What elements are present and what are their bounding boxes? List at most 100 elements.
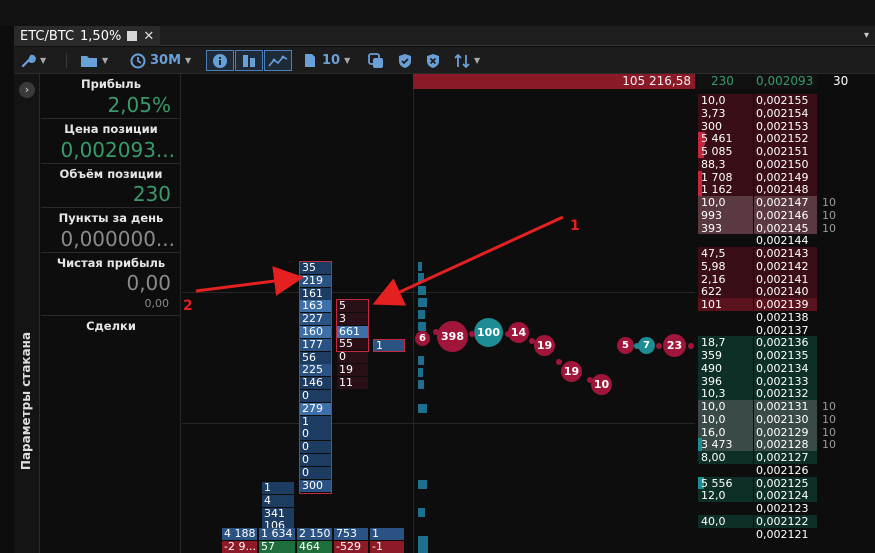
cluster-cell: 0 [337, 351, 368, 364]
layers-button[interactable] [368, 50, 385, 71]
orderbook-volume: 490 [701, 361, 722, 375]
orderbook-row: 40,0 0,002122 [697, 514, 875, 528]
volume-bar [418, 480, 427, 489]
maximize-icon[interactable] [127, 31, 138, 41]
info-toggle[interactable] [206, 50, 234, 71]
trade-dot [556, 359, 562, 365]
orderbook-extra [822, 464, 852, 477]
orderbook-volume: 1 708 [701, 170, 733, 184]
orderbook-extra [822, 515, 852, 528]
orderbook-volume: 5 556 [701, 476, 733, 490]
window-top-strip [0, 0, 875, 26]
cluster-selection-box [336, 299, 369, 352]
volume-bar [418, 310, 425, 319]
orderbook-price: 0,002135 [754, 349, 817, 362]
orderbook-row: 0,002137 [697, 323, 875, 337]
orderbook-volume: 359 [701, 349, 722, 362]
orderbook-volume: 16,0 [701, 425, 726, 439]
orderbook-extra [822, 502, 852, 515]
orderbook-price: 0,002147 [754, 196, 817, 209]
trade-bubble: 19 [561, 361, 582, 382]
metric-trades[interactable]: Сделки [41, 316, 181, 336]
orderbook-extra [822, 171, 852, 184]
timeframe-button[interactable]: 30M ▼ [130, 50, 191, 71]
trade-dot [529, 338, 535, 344]
orderbook-row: 10,0 0,002155 [697, 94, 875, 107]
depth-count: 10 [322, 53, 341, 68]
orderbook-row: 1 708 0,002149 [697, 170, 875, 184]
metric-label: Пункты за день [58, 211, 164, 225]
trade-bubble: 6 [415, 331, 430, 346]
orderbook-volume: 101 [701, 298, 722, 311]
orderbook-volume: 10,0 [701, 94, 726, 107]
cluster-chart[interactable] [182, 74, 695, 553]
sort-button[interactable]: ▼ [454, 50, 480, 71]
orderbook-volume: 88,3 [701, 157, 726, 171]
orderbook-price: 0,002138 [754, 310, 817, 324]
orderbook-volume: 993 [701, 208, 722, 222]
close-icon[interactable]: ✕ [143, 29, 154, 44]
metric-label: Прибыль [80, 77, 142, 91]
shield-x-icon [427, 53, 439, 68]
metric-label: Чистая прибыль [56, 256, 166, 270]
shield-x-button[interactable] [426, 50, 440, 71]
tab-scroll-icon[interactable]: ▾ [864, 30, 869, 41]
orderbook-volume [698, 324, 753, 337]
orderbook-volume: 3 473 [701, 438, 733, 452]
trade-dot [587, 377, 593, 383]
trade-bubble: 10 [591, 374, 612, 395]
trades-label: Сделки [86, 319, 136, 333]
bottom-volume-cell: 2 150 [297, 527, 332, 540]
cluster-cell: 341 [262, 507, 294, 520]
orderbook-volume: 10,0 [701, 412, 726, 426]
orderbook-volume: 10,0 [701, 196, 726, 209]
orderbook-volume: 622 [701, 285, 722, 299]
orderbook-row: 10,0 0,002131 10 [697, 400, 875, 413]
orderbook-price: 0,002125 [754, 476, 817, 490]
depth-button[interactable]: 10 ▼ [304, 50, 350, 71]
orderbook-price: 0,002126 [754, 463, 817, 477]
metric-value: 230 [132, 182, 171, 206]
orderbook-extra: 10 [822, 196, 836, 209]
trade-bubble: 398 [437, 321, 468, 352]
orderbook-volume: 18,7 [701, 336, 726, 350]
orderbook-extra [822, 260, 852, 273]
orderbook-row: 622 0,002140 [697, 285, 875, 299]
shield-check-button[interactable] [398, 50, 412, 71]
orderbook-row: 12,0 0,002124 [697, 489, 875, 503]
trade-dot [656, 343, 662, 349]
orderbook-volume: 12,0 [701, 489, 726, 503]
orderbook-price: 0,002145 [754, 221, 817, 235]
metric-day-points: Пункты за день 0,000000... [41, 208, 181, 253]
orderbook-extra [822, 298, 852, 311]
expand-icon[interactable]: › [19, 82, 35, 98]
metric-value: 0,00 [126, 271, 171, 295]
cluster-cell: 19 [337, 364, 368, 376]
bars-toggle[interactable] [235, 50, 263, 71]
orderbook-volume: 300 [701, 119, 722, 133]
metric-value: 2,05% [107, 93, 171, 117]
info-icon [213, 53, 227, 68]
tab-title: ETC/BTC [20, 28, 75, 44]
line-toggle[interactable] [264, 50, 292, 71]
orderbook-price: 0,002127 [754, 451, 817, 464]
orderbook-extra [822, 107, 852, 120]
volume-bar [418, 322, 426, 331]
orderbook-row: 393 0,002145 10 [697, 221, 875, 235]
orderbook-volume: 5 085 [701, 145, 733, 158]
stakan-params-panel[interactable]: › Параметры стакана [14, 74, 40, 553]
orderbook-row: 3 473 0,002128 10 [697, 438, 875, 452]
tab-etc-btc[interactable]: ETC/BTC 1,50% ✕ [14, 26, 161, 46]
order-book[interactable]: 230 0,002093 30 10,0 0,002155 3,73 0,002154… [697, 74, 875, 553]
orderbook-extra [822, 311, 852, 324]
metric-label: Цена позиции [64, 122, 158, 136]
orderbook-extra [822, 247, 852, 260]
wrench-button[interactable]: ▼ [20, 50, 46, 71]
orderbook-extra: 10 [822, 208, 836, 222]
orderbook-price: 0,002152 [754, 132, 817, 146]
folder-button[interactable]: ▼ [80, 50, 108, 71]
orderbook-price: 0,002124 [754, 489, 817, 503]
cluster-cell: 1 [262, 482, 294, 494]
bottom-delta-cell: -1 [370, 541, 404, 553]
orderbook-row: 16,0 0,002129 10 [697, 425, 875, 439]
